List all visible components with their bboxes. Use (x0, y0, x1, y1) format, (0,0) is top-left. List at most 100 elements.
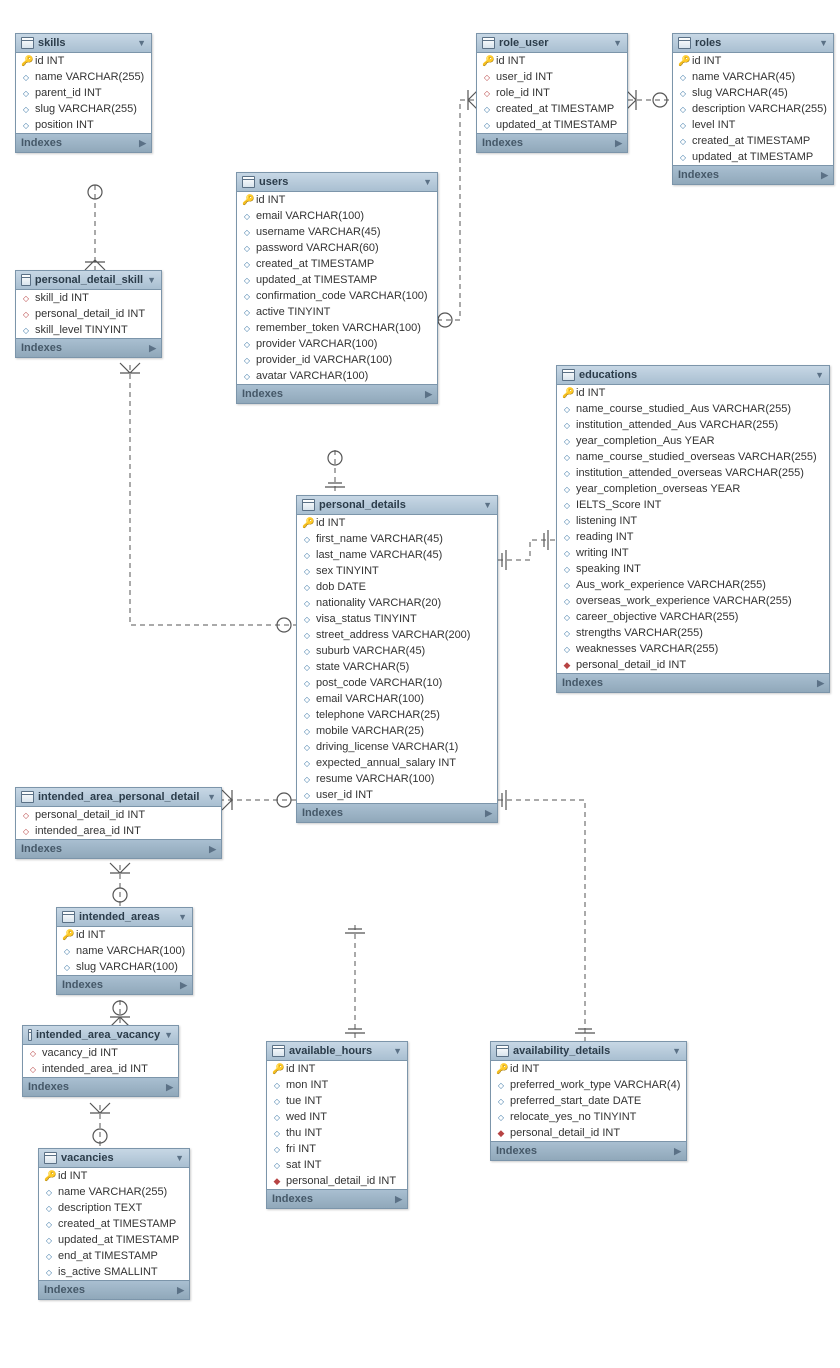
table-column-row[interactable]: ◇mon INT (267, 1077, 407, 1093)
indexes-section[interactable]: Indexes▶ (267, 1189, 407, 1208)
table-column-row[interactable]: ◇description VARCHAR(255) (673, 101, 833, 117)
table-column-row[interactable]: ◇name VARCHAR(255) (16, 69, 151, 85)
table-header[interactable]: roles▼ (673, 34, 833, 53)
table-column-row[interactable]: ◇personal_detail_id INT (16, 807, 221, 823)
table-column-row[interactable]: ◇visa_status TINYINT (297, 611, 497, 627)
table-header[interactable]: intended_area_vacancy▼ (23, 1026, 178, 1045)
expand-icon[interactable]: ▶ (395, 1194, 402, 1205)
table-column-row[interactable]: 🔑id INT (557, 385, 829, 401)
collapse-icon[interactable]: ▼ (178, 912, 187, 922)
table-column-row[interactable]: ◇user_id INT (477, 69, 627, 85)
table-column-row[interactable]: ◇relocate_yes_no TINYINT (491, 1109, 686, 1125)
table-column-row[interactable]: ◆personal_detail_id INT (267, 1173, 407, 1189)
table-column-row[interactable]: ◇created_at TIMESTAMP (477, 101, 627, 117)
collapse-icon[interactable]: ▼ (393, 1046, 402, 1056)
table-column-row[interactable]: ◇active TINYINT (237, 304, 437, 320)
table-column-row[interactable]: 🔑id INT (237, 192, 437, 208)
collapse-icon[interactable]: ▼ (672, 1046, 681, 1056)
table-column-row[interactable]: ◇slug VARCHAR(100) (57, 959, 192, 975)
collapse-icon[interactable]: ▼ (147, 275, 156, 285)
table-column-row[interactable]: ◇created_at TIMESTAMP (39, 1216, 189, 1232)
table-column-row[interactable]: ◇speaking INT (557, 561, 829, 577)
table-column-row[interactable]: ◇overseas_work_experience VARCHAR(255) (557, 593, 829, 609)
expand-icon[interactable]: ▶ (674, 1146, 681, 1157)
expand-icon[interactable]: ▶ (139, 138, 146, 149)
table-column-row[interactable]: ◇writing INT (557, 545, 829, 561)
table-column-row[interactable]: ◇Aus_work_experience VARCHAR(255) (557, 577, 829, 593)
table-column-row[interactable]: ◇driving_license VARCHAR(1) (297, 739, 497, 755)
table-column-row[interactable]: ◇telephone VARCHAR(25) (297, 707, 497, 723)
table-column-row[interactable]: ◇street_address VARCHAR(200) (297, 627, 497, 643)
table-column-row[interactable]: ◇year_completion_overseas YEAR (557, 481, 829, 497)
table-header[interactable]: vacancies▼ (39, 1149, 189, 1168)
table-column-row[interactable]: 🔑id INT (57, 927, 192, 943)
collapse-icon[interactable]: ▼ (164, 1030, 173, 1040)
table-header[interactable]: personal_details▼ (297, 496, 497, 515)
table-column-row[interactable]: ◇institution_attended_overseas VARCHAR(2… (557, 465, 829, 481)
table-column-row[interactable]: ◇listening INT (557, 513, 829, 529)
table-header[interactable]: intended_area_personal_detail▼ (16, 788, 221, 807)
table-column-row[interactable]: 🔑id INT (491, 1061, 686, 1077)
expand-icon[interactable]: ▶ (615, 138, 622, 149)
expand-icon[interactable]: ▶ (180, 980, 187, 991)
table-column-row[interactable]: ◇post_code VARCHAR(10) (297, 675, 497, 691)
collapse-icon[interactable]: ▼ (483, 500, 492, 510)
table-column-row[interactable]: ◇preferred_start_date DATE (491, 1093, 686, 1109)
table-column-row[interactable]: 🔑id INT (477, 53, 627, 69)
table-column-row[interactable]: ◇level INT (673, 117, 833, 133)
table-column-row[interactable]: ◇IELTS_Score INT (557, 497, 829, 513)
table-column-row[interactable]: ◇position INT (16, 117, 151, 133)
table-header[interactable]: personal_detail_skill▼ (16, 271, 161, 290)
table-column-row[interactable]: ◇is_active SMALLINT (39, 1264, 189, 1280)
expand-icon[interactable]: ▶ (817, 678, 824, 689)
table-column-row[interactable]: ◇mobile VARCHAR(25) (297, 723, 497, 739)
table-column-row[interactable]: ◇tue INT (267, 1093, 407, 1109)
table-column-row[interactable]: ◇expected_annual_salary INT (297, 755, 497, 771)
table-column-row[interactable]: ◇first_name VARCHAR(45) (297, 531, 497, 547)
table-column-row[interactable]: ◇weaknesses VARCHAR(255) (557, 641, 829, 657)
table-intended_area_personal_detail[interactable]: intended_area_personal_detail▼◇personal_… (15, 787, 222, 859)
collapse-icon[interactable]: ▼ (613, 38, 622, 48)
indexes-section[interactable]: Indexes▶ (16, 133, 151, 152)
table-column-row[interactable]: ◇last_name VARCHAR(45) (297, 547, 497, 563)
table-skills[interactable]: skills▼🔑id INT◇name VARCHAR(255)◇parent_… (15, 33, 152, 153)
table-column-row[interactable]: 🔑id INT (297, 515, 497, 531)
table-column-row[interactable]: ◇name VARCHAR(255) (39, 1184, 189, 1200)
table-column-row[interactable]: ◇name_course_studied_Aus VARCHAR(255) (557, 401, 829, 417)
collapse-icon[interactable]: ▼ (423, 177, 432, 187)
expand-icon[interactable]: ▶ (209, 844, 216, 855)
table-column-row[interactable]: ◆personal_detail_id INT (557, 657, 829, 673)
table-header[interactable]: educations▼ (557, 366, 829, 385)
table-vacancies[interactable]: vacancies▼🔑id INT◇name VARCHAR(255)◇desc… (38, 1148, 190, 1300)
table-column-row[interactable]: ◆personal_detail_id INT (491, 1125, 686, 1141)
table-column-row[interactable]: ◇provider_id VARCHAR(100) (237, 352, 437, 368)
table-column-row[interactable]: 🔑id INT (267, 1061, 407, 1077)
indexes-section[interactable]: Indexes▶ (23, 1077, 178, 1096)
table-column-row[interactable]: ◇resume VARCHAR(100) (297, 771, 497, 787)
table-column-row[interactable]: ◇email VARCHAR(100) (297, 691, 497, 707)
expand-icon[interactable]: ▶ (485, 808, 492, 819)
indexes-section[interactable]: Indexes▶ (16, 839, 221, 858)
table-header[interactable]: available_hours▼ (267, 1042, 407, 1061)
table-column-row[interactable]: ◇suburb VARCHAR(45) (297, 643, 497, 659)
collapse-icon[interactable]: ▼ (175, 1153, 184, 1163)
table-column-row[interactable]: ◇sat INT (267, 1157, 407, 1173)
table-column-row[interactable]: ◇personal_detail_id INT (16, 306, 161, 322)
collapse-icon[interactable]: ▼ (137, 38, 146, 48)
table-column-row[interactable]: ◇created_at TIMESTAMP (673, 133, 833, 149)
table-column-row[interactable]: ◇updated_at TIMESTAMP (477, 117, 627, 133)
table-column-row[interactable]: ◇slug VARCHAR(255) (16, 101, 151, 117)
indexes-section[interactable]: Indexes▶ (16, 338, 161, 357)
table-column-row[interactable]: ◇career_objective VARCHAR(255) (557, 609, 829, 625)
indexes-section[interactable]: Indexes▶ (491, 1141, 686, 1160)
table-column-row[interactable]: ◇wed INT (267, 1109, 407, 1125)
table-column-row[interactable]: ◇email VARCHAR(100) (237, 208, 437, 224)
table-educations[interactable]: educations▼🔑id INT◇name_course_studied_A… (556, 365, 830, 693)
table-column-row[interactable]: ◇avatar VARCHAR(100) (237, 368, 437, 384)
table-column-row[interactable]: 🔑id INT (673, 53, 833, 69)
indexes-section[interactable]: Indexes▶ (297, 803, 497, 822)
indexes-section[interactable]: Indexes▶ (39, 1280, 189, 1299)
table-header[interactable]: skills▼ (16, 34, 151, 53)
table-column-row[interactable]: ◇reading INT (557, 529, 829, 545)
table-column-row[interactable]: ◇fri INT (267, 1141, 407, 1157)
